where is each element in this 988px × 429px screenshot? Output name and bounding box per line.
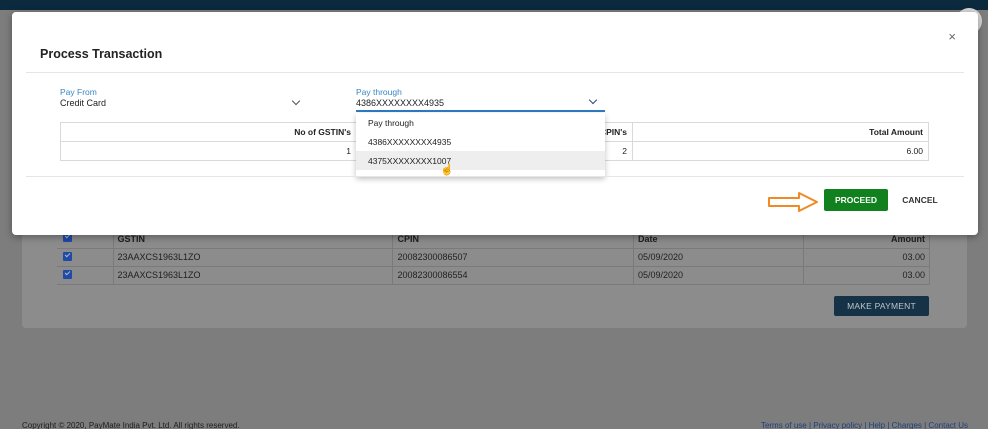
cancel-button[interactable]: CANCEL: [900, 189, 940, 211]
checkbox-icon[interactable]: [63, 251, 72, 261]
pay-through-dropdown[interactable]: Pay through 4386XXXXXXXX4935 4375XXXXXXX…: [356, 113, 605, 177]
pay-from-value[interactable]: Credit Card: [60, 98, 106, 108]
row-checkbox-cell[interactable]: [57, 248, 114, 267]
divider: [26, 176, 964, 177]
make-payment-button[interactable]: MAKE PAYMENT: [834, 296, 929, 316]
gstin-count-value: 1: [60, 141, 357, 161]
pay-through-underline: [356, 110, 605, 112]
table-row: 23AAXCS1963L1ZO 20082300086507 05/09/202…: [57, 248, 930, 267]
amount-cell: 03.00: [803, 248, 930, 267]
amount-cell: 03.00: [803, 266, 930, 285]
chevron-down-icon[interactable]: [588, 95, 598, 105]
process-transaction-modal: Process Transaction × Pay From Credit Ca…: [12, 12, 978, 235]
footer-links[interactable]: Terms of use | Privacy policy | Help | C…: [761, 421, 968, 429]
divider: [26, 72, 964, 73]
hand-cursor-icon: ☝: [440, 164, 454, 176]
top-navbar: [0, 0, 988, 10]
footer-copyright: Copyright © 2020, PayMate India Pvt. Ltd…: [22, 421, 240, 429]
gstin-count-header: No of GSTIN's: [60, 122, 357, 142]
checkbox-icon[interactable]: [63, 269, 72, 279]
gstin-cell: 23AAXCS1963L1ZO: [113, 248, 394, 267]
gstin-cell: 23AAXCS1963L1ZO: [113, 266, 394, 285]
total-amount-header: Total Amount: [632, 122, 929, 142]
chevron-down-icon[interactable]: [291, 96, 301, 106]
table-row: 23AAXCS1963L1ZO 20082300086554 05/09/202…: [57, 266, 930, 285]
arrow-right-icon: [768, 192, 818, 212]
pay-through-label: Pay through: [356, 87, 402, 97]
proceed-button[interactable]: PROCEED: [824, 189, 888, 211]
modal-title: Process Transaction: [40, 47, 163, 61]
date-cell: 05/09/2020: [633, 266, 804, 285]
cpin-cell: 20082300086554: [392, 266, 634, 285]
cpin-cell: 20082300086507: [392, 248, 634, 267]
row-checkbox-cell[interactable]: [57, 266, 114, 285]
close-icon[interactable]: ×: [948, 29, 956, 44]
dropdown-option-placeholder[interactable]: Pay through: [356, 113, 605, 132]
date-cell: 05/09/2020: [633, 248, 804, 267]
dropdown-option-card-1007[interactable]: 4375XXXXXXXX1007: [356, 151, 605, 170]
pay-through-value[interactable]: 4386XXXXXXXX4935: [356, 98, 444, 108]
dropdown-option-card-4935[interactable]: 4386XXXXXXXX4935: [356, 132, 605, 151]
background-table: GSTIN CPIN Date Amount 23AAXCS1963L1ZO 2…: [57, 230, 930, 285]
pay-from-label: Pay From: [60, 87, 97, 97]
total-amount-value: 6.00: [632, 141, 929, 161]
